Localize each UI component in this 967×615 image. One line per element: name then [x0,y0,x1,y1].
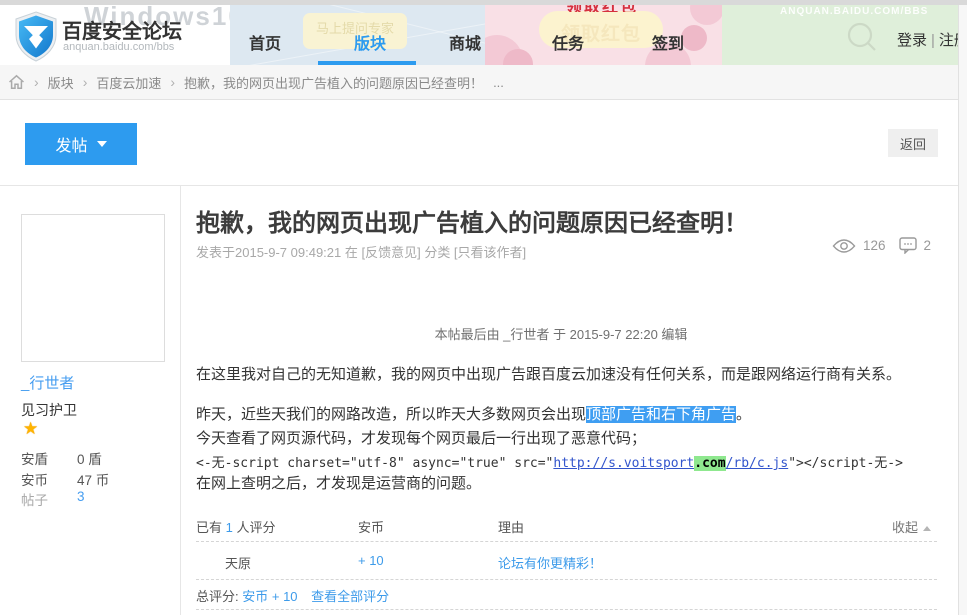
replies-bubble-icon [899,237,917,254]
chevron-up-icon [923,526,931,531]
rating-total-coin: 安币 + 10 [242,589,297,604]
flower-shape [681,25,707,51]
edit-note: 本帖最后由 _行世者 于 2015-9-7 22:20 编辑 [182,324,940,343]
post-paragraph: 在这里我对自己的无知道歉，我的网页中出现广告跟百度云加速没有任何关系，而是跟网络… [196,363,901,384]
home-icon[interactable] [8,74,25,90]
post-main: 抱歉，我的网页出现广告植入的问题原因已经查明！ 发表于2015-9-7 09:4… [182,186,958,615]
breadcrumb-separator: › [170,74,175,90]
divider-dashed [196,541,937,542]
stat-coins-label: 安币 [21,473,48,488]
code-host-link[interactable]: http://s.voitsport [553,456,694,471]
breadcrumb-sections[interactable]: 版块 [48,73,74,92]
divider-dashed [196,609,937,610]
login-link[interactable]: 登录 [897,32,927,49]
nav-mall[interactable]: 商城 [449,30,481,54]
replies-count: 2 [924,238,932,253]
breadcrumb-ellipsis: ... [493,75,504,90]
url-watermark: ANQUAN.BAIDU.COM/BBS [780,6,928,17]
breadcrumb-forum[interactable]: 百度云加速 [96,73,161,92]
post-meta: 发表于2015-9-7 09:49:21 在 [反馈意见] 分类 [只看该作者] [196,242,526,261]
star-icon [23,419,38,439]
baidu-security-shield-logo[interactable] [13,11,59,63]
stat-shields: 安盾 0 盾 [21,448,48,468]
rating-total: 总评分: 安币 + 10 查看全部评分 [196,586,389,605]
malicious-code-snippet: <-无-script charset="utf-8" async="true" … [196,452,903,471]
author-sidebar: _行世者 见习护卫 安盾 0 盾 安币 47 币 帖子 3 [0,186,181,615]
rating-row-reason: 论坛有你更精彩！ [498,553,602,572]
forum-page: Windows10专题 ANQUAN.BAIDU.COM/BBS 百度 [0,0,967,615]
rating-row-coin: + 10 [358,553,384,568]
red-packet-clipped-banner: 领取红包 [566,5,676,12]
views-count: 126 [863,238,886,253]
new-post-button-label: 发帖 [55,132,87,156]
views-eye-icon [832,238,856,254]
breadcrumb-separator: › [83,74,88,90]
auth-divider: | [931,32,935,49]
post-paragraph: 在网上查明之后，才发现是运营商的问题。 [196,472,481,493]
divider-dashed [196,579,937,580]
stat-coins-value: 47 币 [77,469,109,489]
rating-total-label: 总评分: [196,589,239,604]
register-link[interactable]: 注册 [939,32,958,49]
view-all-ratings-link[interactable]: 查看全部评分 [311,589,389,604]
code-path-link[interactable]: /rb/c.js [726,456,789,471]
rating-col-reason: 理由 [498,517,524,536]
nav-checkin[interactable]: 签到 [652,30,684,54]
scrollbar[interactable] [958,5,967,615]
site-header: Windows10专题 ANQUAN.BAIDU.COM/BBS 百度 [0,5,958,65]
flower-shape [690,5,722,25]
rating-header: 已有 1 人评分 [196,517,276,536]
nav-sections[interactable]: 版块 [354,30,386,54]
breadcrumb: › 版块 › 百度云加速 › 抱歉，我的网页出现广告植入的问题原因已经查明！ .… [0,65,958,100]
domain-highlight: .com [694,456,725,471]
rating-count: 1 [226,520,233,535]
post-paragraph: 今天查看了网页源代码，才发现每个网页最后一行出现了恶意代码； [196,427,646,448]
avatar[interactable] [21,214,165,362]
nav-home[interactable]: 首页 [249,30,281,54]
site-title[interactable]: 百度安全论坛 [62,15,182,44]
new-post-button[interactable]: 发帖 [25,123,137,165]
post-counters: 126 2 [832,237,931,254]
back-button[interactable]: 返回 [888,129,938,157]
post-paragraph: 昨天，近些天我们的网路改造，所以昨天大多数网页会出现顶部广告和右下角广告。 [196,403,751,424]
stat-posts: 帖子 3 [21,489,48,509]
author-rank: 见习护卫 [21,400,77,420]
chevron-down-icon [97,141,107,147]
rating-section: 已有 1 人评分 安币 理由 收起 天原 + 10 论坛有你更精彩！ 总评分: … [196,510,937,610]
collapse-toggle[interactable]: 收起 [892,517,931,536]
auth-links: 登录|注册 [897,29,958,50]
breadcrumb-separator: › [34,74,39,90]
stat-shields-label: 安盾 [21,452,48,467]
rating-row-user[interactable]: 天原 [225,553,251,572]
stat-posts-value[interactable]: 3 [77,489,85,504]
nav-tasks[interactable]: 任务 [552,30,584,54]
stat-shields-value: 0 盾 [77,448,102,468]
stat-coins: 安币 47 币 [21,469,48,489]
search-icon[interactable] [845,20,879,54]
author-username[interactable]: _行世者 [21,372,74,393]
selected-text-highlight: 顶部广告和右下角广告 [586,406,736,423]
rating-col-coin: 安币 [358,517,384,536]
site-subtitle: anquan.baidu.com/bbs [63,41,174,53]
stat-posts-label: 帖子 [21,493,48,508]
post-title: 抱歉，我的网页出现广告植入的问题原因已经查明！ [196,203,748,238]
breadcrumb-current-topic: 抱歉，我的网页出现广告植入的问题原因已经查明！ [184,73,483,92]
